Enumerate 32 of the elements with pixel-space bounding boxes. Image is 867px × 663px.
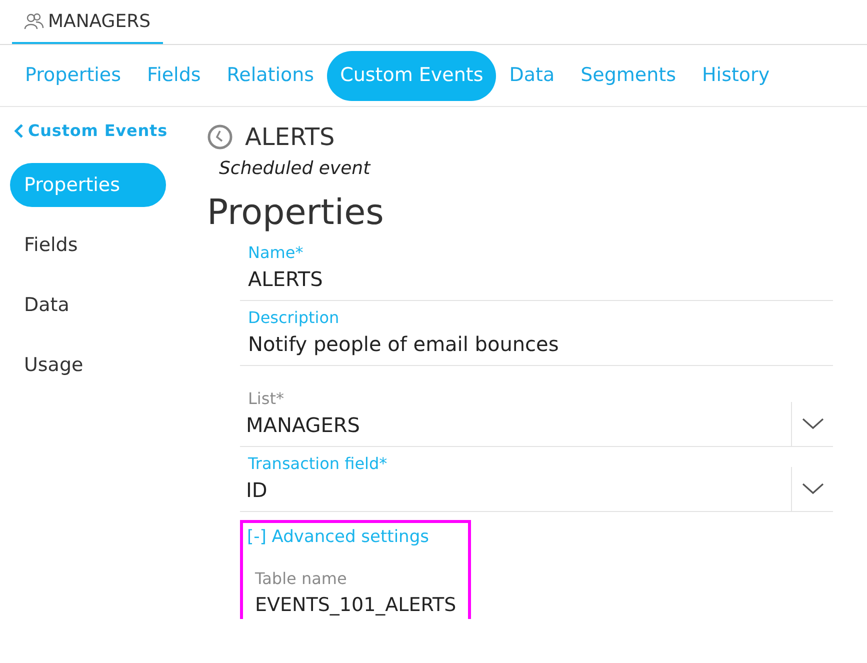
nav-tab[interactable]: Segments <box>568 50 690 100</box>
input-field[interactable]: Notify people of email bounces <box>240 329 833 359</box>
chevron-left-icon <box>14 124 24 138</box>
field-label: Name* <box>247 242 304 264</box>
field-label: Description <box>247 307 340 329</box>
sidebar-item[interactable]: Fields <box>10 223 92 267</box>
nav-tab[interactable]: Fields <box>134 50 214 100</box>
nav-tab[interactable]: Data <box>496 50 568 100</box>
nav-tab[interactable]: Properties <box>12 50 134 100</box>
users-icon <box>24 12 44 30</box>
nav-tab[interactable]: Custom Events <box>327 50 496 100</box>
sidebar-item[interactable]: Properties <box>10 163 166 207</box>
object-tab[interactable]: MANAGERS <box>12 0 163 44</box>
nav-tab[interactable]: Relations <box>214 50 328 100</box>
chevron-down-icon[interactable] <box>802 483 824 495</box>
field-label: Transaction field* <box>247 453 388 475</box>
event-subtitle: Scheduled event <box>218 157 372 181</box>
chevron-down-icon[interactable] <box>802 418 824 430</box>
event-title: ALERTS <box>245 122 335 153</box>
input-field: EVENTS_101_ALERTS <box>243 590 456 618</box>
field-label: Table name <box>254 568 348 590</box>
field-label: List* <box>247 388 285 410</box>
sidebar-item[interactable]: Data <box>10 283 84 327</box>
select-field[interactable]: ID <box>240 475 791 505</box>
section-heading: Properties <box>207 192 385 235</box>
input-field[interactable]: ALERTS <box>240 264 833 294</box>
back-link[interactable]: Custom Events <box>10 119 168 143</box>
nav-tab[interactable]: History <box>689 50 783 100</box>
advanced-settings-toggle[interactable]: [-] Advanced settings <box>243 523 429 550</box>
select-field: MANAGERS <box>240 410 791 440</box>
sidebar-item[interactable]: Usage <box>10 343 98 387</box>
clock-icon <box>207 124 233 150</box>
